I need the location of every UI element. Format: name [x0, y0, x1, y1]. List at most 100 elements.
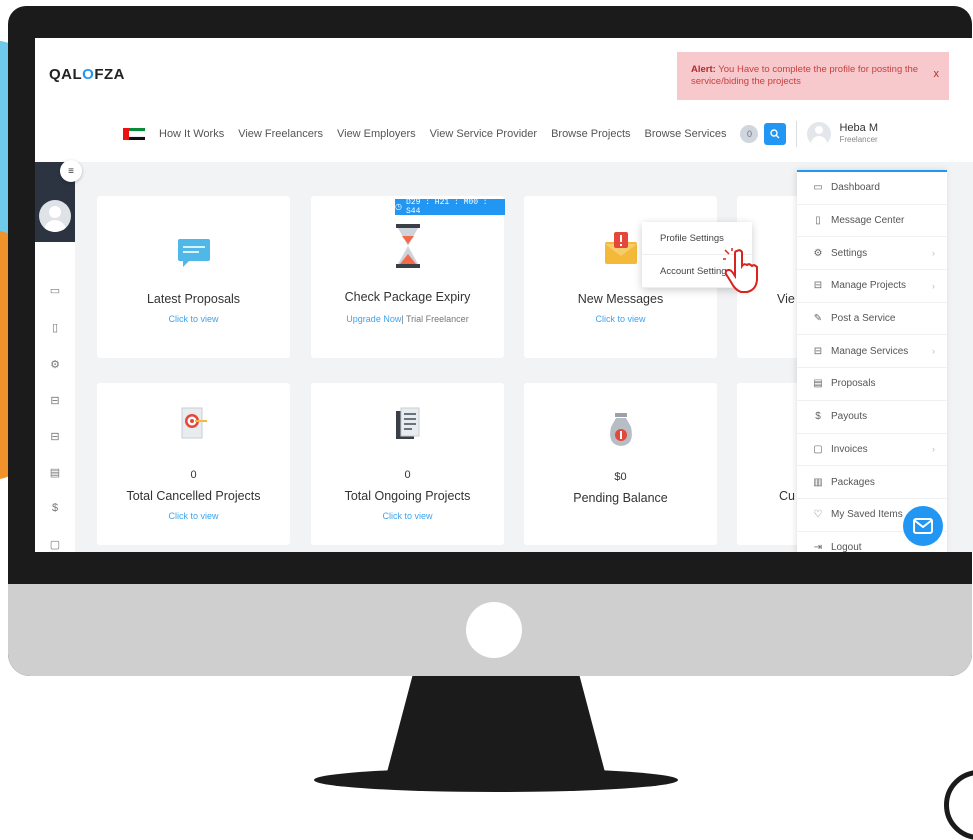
- target-document-icon: [181, 407, 207, 439]
- logout-icon: ⇥: [813, 541, 823, 552]
- top-bar: QALOFZA Alert: You Have to complete the …: [35, 38, 973, 162]
- uae-flag-icon[interactable]: [123, 128, 145, 140]
- card-title: Total Ongoing Projects: [344, 489, 471, 503]
- document-icon[interactable]: ▤: [47, 464, 63, 480]
- left-sidebar: ▭ ▯ ⚙ ⊟ ⊟ ▤ $ ▢: [35, 162, 75, 552]
- card-title: Pending Balance: [573, 491, 668, 505]
- site-logo[interactable]: QALOFZA: [49, 66, 125, 83]
- sidebar-avatar[interactable]: [39, 200, 71, 232]
- briefcase-icon[interactable]: ⊟: [47, 428, 63, 444]
- menu-item-invoices[interactable]: ▢ Invoices ›: [797, 434, 947, 467]
- package-timer-badge: ◷ D29 : H21 : M00 : S44: [395, 198, 505, 216]
- briefcase-icon: ⊟: [813, 345, 823, 357]
- chevron-right-icon: ›: [932, 280, 935, 291]
- user-avatar[interactable]: [807, 122, 832, 146]
- monitor-logo-circle: [466, 602, 522, 658]
- plan-label: | Trial Freelancer: [401, 314, 469, 324]
- menu-toggle-icon[interactable]: ≡: [60, 160, 82, 182]
- logo-text: AL: [61, 66, 83, 83]
- menu-item-label: Proposals: [831, 378, 876, 390]
- search-icon: [770, 129, 780, 139]
- nav-view-service-provider[interactable]: View Service Provider: [430, 128, 537, 140]
- card-count: 0: [190, 469, 197, 481]
- alert-close-button[interactable]: x: [934, 68, 940, 80]
- monitor-stand-neck: [386, 676, 606, 776]
- edit-icon: ✎: [813, 313, 823, 325]
- chat-icon: [177, 239, 210, 267]
- heart-icon: ♡: [813, 509, 823, 521]
- nav-divider: [796, 121, 798, 147]
- menu-item-label: Dashboard: [831, 182, 880, 194]
- card-ongoing-projects[interactable]: 0 Total Ongoing Projects Click to view: [311, 383, 504, 545]
- card-title: New Messages: [577, 292, 664, 306]
- menu-item-label: Message Center: [831, 215, 905, 227]
- decorative-ring: [944, 770, 973, 840]
- user-role: Freelancer: [839, 135, 878, 144]
- gear-icon[interactable]: ⚙: [47, 356, 63, 372]
- message-icon: ▯: [815, 215, 821, 227]
- screen: QALOFZA Alert: You Have to complete the …: [35, 38, 973, 552]
- briefcase-icon: ⊟: [813, 280, 823, 292]
- menu-item-label: My Saved Items: [831, 509, 903, 521]
- clock-icon: ◷: [395, 203, 402, 212]
- chat-fab-button[interactable]: [903, 506, 943, 546]
- hand-pointer-icon: [723, 248, 758, 293]
- card-package-expiry[interactable]: Check Package Expiry Upgrade Now| Trial …: [311, 196, 504, 358]
- menu-item-proposals[interactable]: ▤ Proposals: [797, 368, 947, 401]
- chevron-right-icon: ›: [932, 346, 935, 357]
- document-icon: ▤: [813, 378, 823, 390]
- chevron-right-icon: ›: [932, 248, 935, 259]
- clipboard-icon: [395, 407, 419, 439]
- hourglass-icon: [395, 224, 420, 268]
- menu-item-packages[interactable]: ▥ Packages: [797, 466, 947, 499]
- logo-text: FZA: [94, 66, 126, 83]
- money-bag-icon: [609, 413, 632, 446]
- search-button[interactable]: [764, 123, 787, 145]
- nav-view-freelancers[interactable]: View Freelancers: [238, 128, 323, 140]
- user-name: Heba M: [839, 122, 878, 134]
- card-link[interactable]: Click to view: [524, 314, 717, 324]
- mail-alert-icon: [604, 232, 637, 264]
- alert-message: You Have to complete the profile for pos…: [691, 64, 919, 87]
- card-link[interactable]: Click to view: [97, 511, 290, 521]
- nav-browse-services[interactable]: Browse Services: [645, 128, 727, 140]
- menu-item-label: Invoices: [831, 443, 868, 455]
- card-link[interactable]: Click to view: [97, 314, 290, 324]
- briefcase-icon[interactable]: ⊟: [47, 392, 63, 408]
- card-link[interactable]: Click to view: [311, 511, 504, 521]
- chevron-right-icon: ›: [932, 444, 935, 455]
- message-icon[interactable]: ▯: [47, 319, 63, 335]
- file-icon[interactable]: ▢: [47, 536, 63, 552]
- menu-item-message-center[interactable]: ▯ Message Center: [797, 205, 947, 238]
- card-latest-proposals[interactable]: Latest Proposals Click to view: [97, 196, 290, 358]
- menu-item-post-a-service[interactable]: ✎ Post a Service: [797, 303, 947, 336]
- logo-letter: Q: [49, 66, 62, 83]
- file-icon: ▢: [813, 443, 823, 455]
- card-title: Check Package Expiry: [344, 290, 471, 304]
- monitor-icon[interactable]: ▭: [47, 282, 63, 298]
- menu-item-label: Manage Services: [831, 345, 909, 357]
- nav-view-employers[interactable]: View Employers: [337, 128, 416, 140]
- menu-item-manage-services[interactable]: ⊟ Manage Services ›: [797, 335, 947, 369]
- menu-item-manage-projects[interactable]: ⊟ Manage Projects ›: [797, 270, 947, 303]
- gear-icon: ⚙: [813, 247, 823, 259]
- menu-item-dashboard[interactable]: ▭ Dashboard: [797, 172, 947, 205]
- upgrade-now-link[interactable]: Upgrade Now: [346, 314, 401, 324]
- menu-item-settings[interactable]: ⚙ Settings ›: [797, 237, 947, 271]
- card-cancelled-projects[interactable]: 0 Total Cancelled Projects Click to view: [97, 383, 290, 545]
- menu-item-label: Logout: [831, 541, 862, 552]
- card-pending-balance[interactable]: $0 Pending Balance: [524, 383, 717, 545]
- user-info[interactable]: Heba M Freelancer: [839, 122, 878, 146]
- nav-browse-projects[interactable]: Browse Projects: [551, 128, 630, 140]
- card-title: Total Cancelled Projects: [126, 489, 261, 503]
- menu-item-label: Post a Service: [831, 313, 896, 325]
- menu-item-label: Packages: [831, 476, 875, 488]
- monitor-icon: ▭: [813, 182, 823, 194]
- card-sub: Upgrade Now| Trial Freelancer: [311, 314, 504, 324]
- menu-item-payouts[interactable]: $ Payouts: [797, 401, 947, 434]
- dollar-icon[interactable]: $: [47, 500, 63, 516]
- notification-badge[interactable]: 0: [740, 125, 759, 143]
- menu-item-label: Settings: [831, 247, 868, 259]
- card-amount: $0: [614, 471, 627, 483]
- nav-how-it-works[interactable]: How It Works: [159, 128, 224, 140]
